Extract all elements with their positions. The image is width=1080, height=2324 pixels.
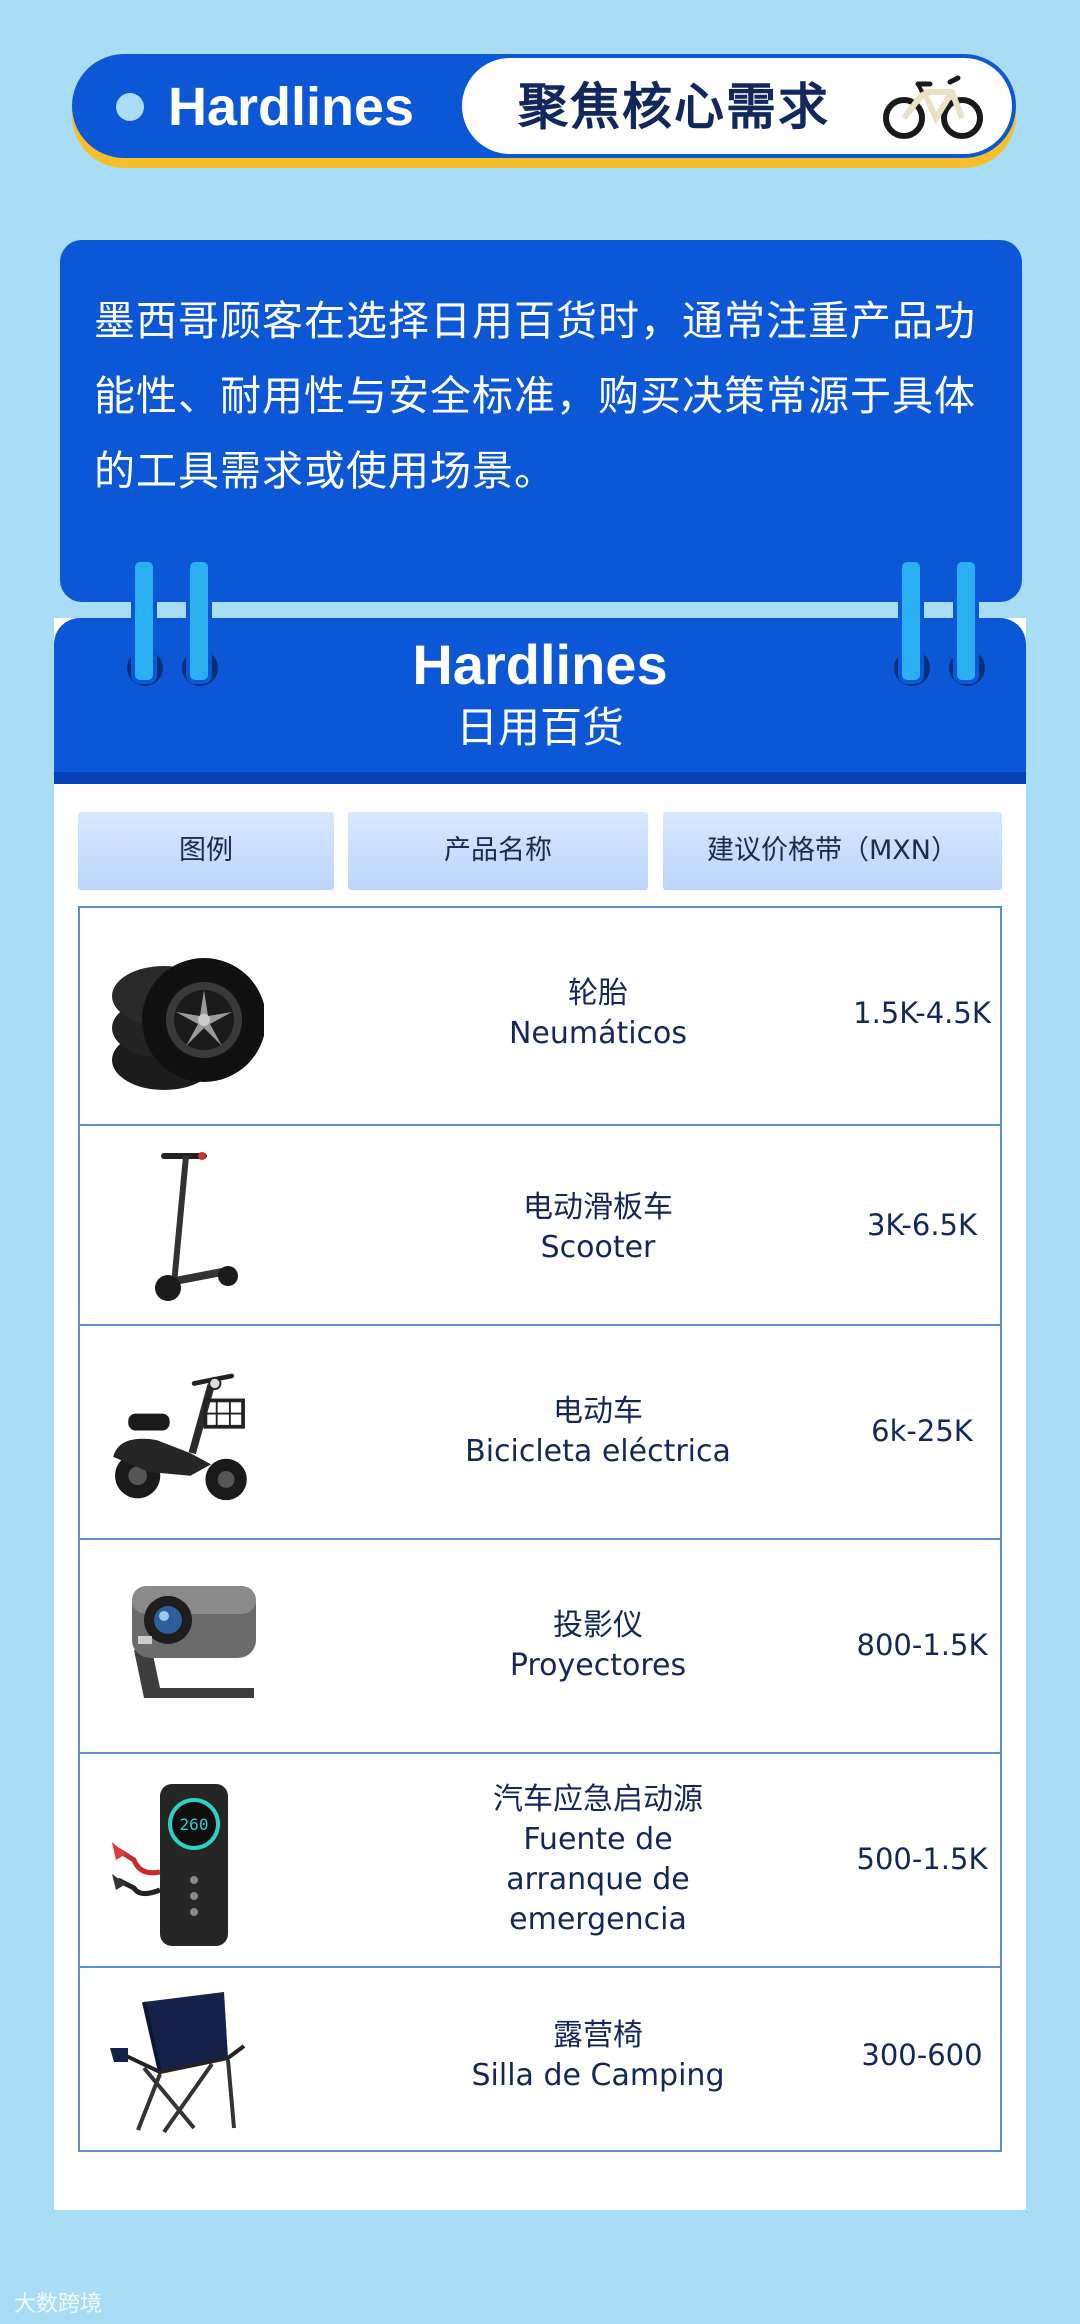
binder-ring-icon bbox=[186, 558, 212, 684]
product-name-cn: 汽车应急启动源 bbox=[493, 1782, 703, 1817]
binder-ring-icon bbox=[898, 558, 924, 684]
table-row: 露营椅 Silla de Camping 300-600 bbox=[80, 1968, 1000, 2150]
header-underline bbox=[54, 772, 1026, 784]
column-header-price: 建议价格带（MXN） bbox=[663, 812, 1002, 890]
product-name-cn: 轮胎 bbox=[568, 976, 628, 1011]
product-name-es: Proyectores bbox=[509, 1648, 687, 1683]
table-row: 投影仪 Proyectores 800-1.5K bbox=[80, 1540, 1000, 1754]
header-subtitle: 聚焦核心需求 bbox=[518, 78, 830, 136]
scooter-icon bbox=[155, 1152, 238, 1301]
product-name-es: Bicicleta eléctrica bbox=[465, 1434, 731, 1469]
product-name: 投影仪 Proyectores bbox=[380, 1606, 816, 1686]
product-name-cn: 投影仪 bbox=[553, 1608, 643, 1643]
watermark-text: 大数跨境 bbox=[14, 2292, 103, 2317]
product-name-es: Scooter bbox=[540, 1230, 656, 1265]
jump-starter-icon: 260 bbox=[112, 1784, 228, 1946]
table-row: 轮胎 Neumáticos 1.5K-4.5K bbox=[80, 908, 1000, 1126]
table-row: 电动车 Bicicleta eléctrica 6k-25K bbox=[80, 1326, 1000, 1540]
product-price: 1.5K-4.5K bbox=[853, 996, 991, 1030]
product-price: 3K-6.5K bbox=[866, 1208, 978, 1242]
svg-text:260: 260 bbox=[180, 1815, 209, 1834]
product-name: 汽车应急启动源 Fuente de arranque de emergencia bbox=[380, 1780, 816, 1940]
product-name-cn: 电动车 bbox=[553, 1394, 643, 1429]
bicycle-icon bbox=[883, 75, 983, 139]
column-header-image: 图例 bbox=[78, 812, 334, 890]
product-name-es: Silla de Camping bbox=[471, 2058, 725, 2093]
product-name-cn: 电动滑板车 bbox=[523, 1190, 673, 1225]
table-row: 电动滑板车 Scooter 3K-6.5K bbox=[80, 1126, 1000, 1326]
header-title: Hardlines bbox=[168, 77, 415, 137]
camping-chair-icon bbox=[110, 1992, 246, 2134]
tire-icon bbox=[112, 958, 264, 1090]
product-price: 500-1.5K bbox=[856, 1842, 988, 1876]
product-table: 轮胎 Neumáticos 1.5K-4.5K 电动滑板车 Scooter 3K… bbox=[78, 906, 1002, 2152]
projector-icon bbox=[132, 1586, 256, 1698]
watermark-logo: 大数跨境 bbox=[14, 2286, 102, 2318]
bullet-dot-icon bbox=[116, 93, 144, 121]
binder-ring-icon bbox=[131, 558, 157, 684]
product-name: 电动车 Bicicleta eléctrica bbox=[380, 1392, 816, 1472]
column-header-name: 产品名称 bbox=[348, 812, 648, 890]
product-price: 300-600 bbox=[861, 2038, 983, 2072]
product-name-es: Neumáticos bbox=[508, 1016, 688, 1051]
product-name: 轮胎 Neumáticos bbox=[380, 974, 816, 1054]
card-subtitle: 日用百货 bbox=[455, 703, 624, 752]
product-name: 电动滑板车 Scooter bbox=[380, 1188, 816, 1268]
e-bike-icon bbox=[113, 1373, 247, 1501]
table-row: 260 汽车应急启动源 Fuente de arranque de emerge… bbox=[80, 1754, 1000, 1968]
product-name-es: Fuente de arranque de emergencia bbox=[506, 1822, 690, 1937]
product-name: 露营椅 Silla de Camping bbox=[380, 2016, 816, 2096]
product-price: 6k-25K bbox=[871, 1414, 973, 1448]
product-price: 800-1.5K bbox=[856, 1628, 988, 1662]
product-name-cn: 露营椅 bbox=[553, 2018, 643, 2053]
intro-text: 墨西哥顾客在选择日用百货时，通常注重产品功能性、耐用性与安全标准，购买决策常源于… bbox=[94, 297, 976, 495]
binder-ring-icon bbox=[953, 558, 979, 684]
